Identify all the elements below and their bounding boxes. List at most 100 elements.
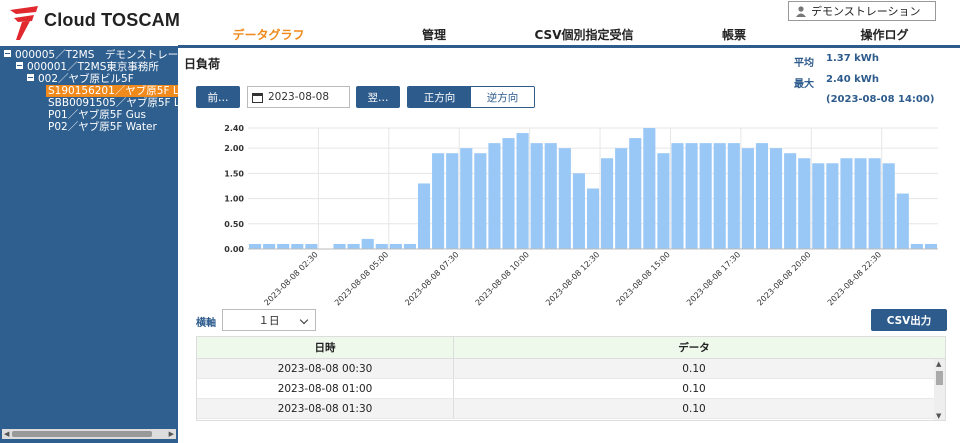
tab-data-graph[interactable]: データグラフ [178, 22, 359, 48]
chart-bar [361, 238, 374, 249]
x-tick-label: 2023-08-08 22:30 [826, 250, 883, 307]
chart-bar [798, 158, 811, 249]
chart-bar [488, 143, 501, 249]
header: Cloud TOSCAM デモンストレーション データグラフ 管理 CSV個別指… [0, 0, 960, 48]
chart-bar [896, 193, 909, 249]
chart-bar [375, 243, 388, 249]
chart-bar [460, 148, 473, 249]
chart-bar [446, 153, 459, 249]
chart-bar [403, 243, 416, 249]
sidebar-horizontal-scrollbar[interactable]: ◀ ▶ [2, 429, 176, 439]
tab-report[interactable]: 帳票 [659, 22, 809, 46]
chart-bar [417, 183, 431, 249]
chart-bar [910, 243, 923, 249]
date-picker[interactable]: 2023-08-08 [247, 86, 350, 108]
tab-csv-receive[interactable]: CSV個別指定受信 [509, 22, 659, 46]
scroll-up-icon[interactable]: ▲ [936, 360, 941, 368]
max-time: (2023-08-08 14:00) [826, 94, 935, 105]
chart-bar [713, 143, 726, 249]
chart-bar [586, 188, 600, 249]
x-tick-label: 2023-08-08 10:00 [474, 250, 531, 307]
chart-bar [770, 148, 783, 249]
page-title: 日負荷 [184, 57, 221, 71]
main-nav: データグラフ 管理 CSV個別指定受信 帳票 操作ログ [178, 22, 960, 48]
table-vertical-scrollbar[interactable]: ▲ ▼ [934, 359, 945, 420]
direction-toggle: 正方向 逆方向 [407, 86, 535, 108]
cell-data: 0.10 [682, 382, 706, 395]
x-tick-label: 2023-08-08 17:30 [685, 250, 742, 307]
chart-bar [854, 158, 867, 249]
next-day-button[interactable]: 翌… [356, 86, 400, 108]
max-label: 最大 [794, 79, 814, 90]
main-panel: 日負荷 前… 2023-08-08 翌… 正方向 逆方向 平均 1.37 kWh… [178, 48, 960, 443]
tree-node[interactable]: 002／ヤブ原ビル5F [27, 73, 134, 85]
cell-data: 0.10 [682, 362, 706, 375]
x-tick-label: 2023-08-08 05:00 [333, 250, 390, 307]
collapse-icon[interactable] [27, 74, 34, 81]
table-row: 2023-08-08 00:30 0.10 [197, 359, 945, 379]
y-tick-label: 1.00 [224, 195, 244, 204]
x-tick-label: 2023-08-08 20:00 [755, 250, 812, 307]
col-header-data: データ [678, 342, 710, 354]
y-tick-label: 1.50 [224, 169, 244, 178]
chart-bar [840, 158, 853, 249]
tree-node[interactable]: SBB0091505／ヤブ原5F L-Sub [48, 97, 178, 109]
chart-bar [432, 153, 445, 249]
x-tick-label: 2023-08-08 15:00 [615, 250, 672, 307]
chart-bar [544, 143, 557, 249]
scroll-left-icon[interactable]: ◀ [4, 430, 9, 438]
x-tick-label: 2023-08-08 02:30 [262, 250, 319, 307]
user-menu-button[interactable]: デモンストレーション [788, 1, 936, 21]
brand-name: Cloud TOSCAM [44, 10, 181, 30]
chart-bar [305, 243, 318, 249]
xaxis-range-select[interactable]: １日 [222, 309, 316, 331]
chart-bar [601, 158, 614, 249]
y-tick-label: 0.00 [224, 245, 244, 254]
toscam-logo-icon [10, 6, 38, 40]
tree-node[interactable]: 000001／T2MS東京事務所 [16, 61, 159, 73]
tab-operation-log[interactable]: 操作ログ [809, 22, 960, 46]
chart-bar [882, 163, 895, 249]
data-table: 日時 データ 2023-08-08 00:30 0.10 2023-08-08 … [196, 336, 946, 421]
collapse-icon[interactable] [4, 50, 11, 57]
reverse-direction-button[interactable]: 逆方向 [471, 87, 534, 107]
chart-bar [755, 143, 769, 249]
table-row: 2023-08-08 01:30 0.10 [197, 399, 945, 419]
date-value: 2023-08-08 [268, 91, 330, 103]
user-icon [796, 6, 806, 17]
csv-export-button[interactable]: CSV出力 [871, 309, 947, 331]
col-header-datetime: 日時 [197, 337, 454, 358]
cell-datetime: 2023-08-08 00:30 [197, 359, 454, 378]
user-name: デモンストレーション [811, 5, 921, 18]
sidebar: 000005／T2MS デモンストレーション 000001／T2MS東京事務所 … [0, 46, 178, 443]
scroll-thumb[interactable] [936, 371, 943, 385]
chart-bar [784, 153, 797, 249]
tree-node-selected[interactable]: S190156201／ヤブ原5F L-MAIN [46, 85, 178, 97]
x-tick-label: 2023-08-08 07:30 [403, 250, 460, 307]
tree-node[interactable]: P02／ヤブ原5F Water [48, 121, 157, 133]
scroll-thumb[interactable] [12, 431, 152, 437]
collapse-icon[interactable] [16, 62, 23, 69]
prev-day-button[interactable]: 前… [196, 86, 240, 108]
y-tick-label: 2.40 [224, 124, 244, 133]
y-tick-label: 2.00 [224, 144, 244, 153]
forward-direction-button[interactable]: 正方向 [408, 87, 471, 107]
chart-bar [333, 243, 346, 249]
chart-bar [671, 143, 684, 249]
chart-bar [277, 243, 290, 249]
xaxis-label: 横軸 [196, 318, 216, 329]
table-row: 2023-08-08 01:00 0.10 [197, 379, 945, 399]
tree-node[interactable]: P01／ヤブ原5F Gus [48, 109, 146, 121]
chart-bar [812, 163, 825, 249]
chart-bar [685, 143, 698, 249]
y-tick-label: 0.50 [224, 220, 244, 229]
chart-bar [629, 138, 642, 249]
chart-bar [347, 243, 360, 249]
tab-management[interactable]: 管理 [359, 22, 509, 46]
scroll-right-icon[interactable]: ▶ [169, 430, 174, 438]
chart-bar [263, 243, 276, 249]
chart-bar [868, 158, 881, 249]
daily-load-chart: 0.00 0.50 1.00 1.50 2.00 2.40 2023-08-08 02:30… [224, 124, 938, 307]
tree-node[interactable]: 000005／T2MS デモンストレーション [4, 49, 178, 61]
scroll-down-icon[interactable]: ▼ [936, 412, 941, 420]
